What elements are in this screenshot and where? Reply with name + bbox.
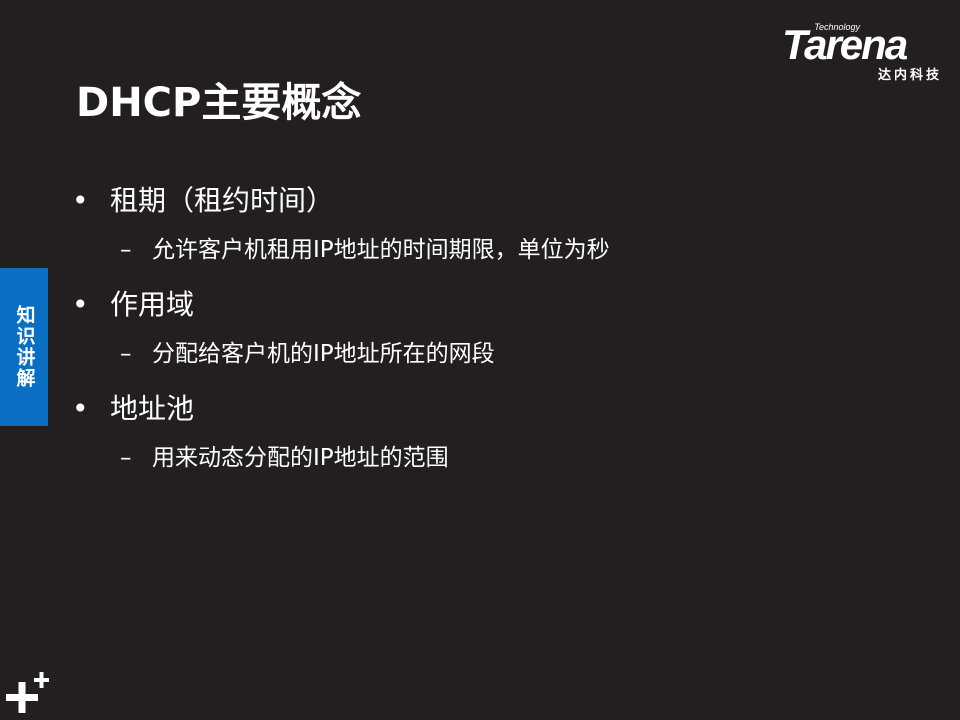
slide: Technology Tarena 达内科技 DHCP主要概念 知识讲解 • 租… (0, 0, 960, 720)
tarena-logo: Technology Tarena 达内科技 (780, 22, 948, 86)
bullet-text: 作用域 (110, 288, 195, 321)
sub-bullet-dash: – (120, 445, 132, 471)
sub-bullet-text: 分配给客户机的IP地址所在的网段 (152, 341, 495, 367)
sub-bullet-lease: – 允许客户机租用IP地址的时间期限，单位为秒 (72, 230, 932, 282)
bullet-item-pool: • 地址池 (72, 386, 932, 438)
sub-bullet-text: 允许客户机租用IP地址的时间期限，单位为秒 (152, 237, 610, 263)
sub-bullet-dash: – (120, 341, 132, 367)
logo-wordmark: Tarena (782, 21, 908, 68)
sub-bullet-dash: – (120, 237, 132, 263)
bullet-dot: • (72, 288, 89, 321)
sub-bullet-scope: – 分配给客户机的IP地址所在的网段 (72, 334, 932, 386)
bullet-item-scope: • 作用域 (72, 282, 932, 334)
bullet-text: 地址池 (110, 392, 195, 425)
plus-icon (6, 672, 49, 713)
bullet-text: 租期（租约时间） (110, 184, 335, 217)
slide-title: DHCP主要概念 (76, 80, 362, 126)
bullet-item-lease: • 租期（租约时间） (72, 178, 932, 230)
knowledge-tab: 知识讲解 (0, 268, 48, 426)
sub-bullet-text: 用来动态分配的IP地址的范围 (152, 445, 449, 471)
sub-bullet-pool: – 用来动态分配的IP地址的范围 (72, 438, 932, 490)
bullet-dot: • (72, 184, 89, 217)
logo-chinese-name: 达内科技 (877, 68, 942, 83)
bullet-list: • 租期（租约时间） – 允许客户机租用IP地址的时间期限，单位为秒 • 作用域… (72, 178, 932, 490)
knowledge-tab-label: 知识讲解 (13, 305, 36, 389)
bullet-dot: • (72, 392, 89, 425)
